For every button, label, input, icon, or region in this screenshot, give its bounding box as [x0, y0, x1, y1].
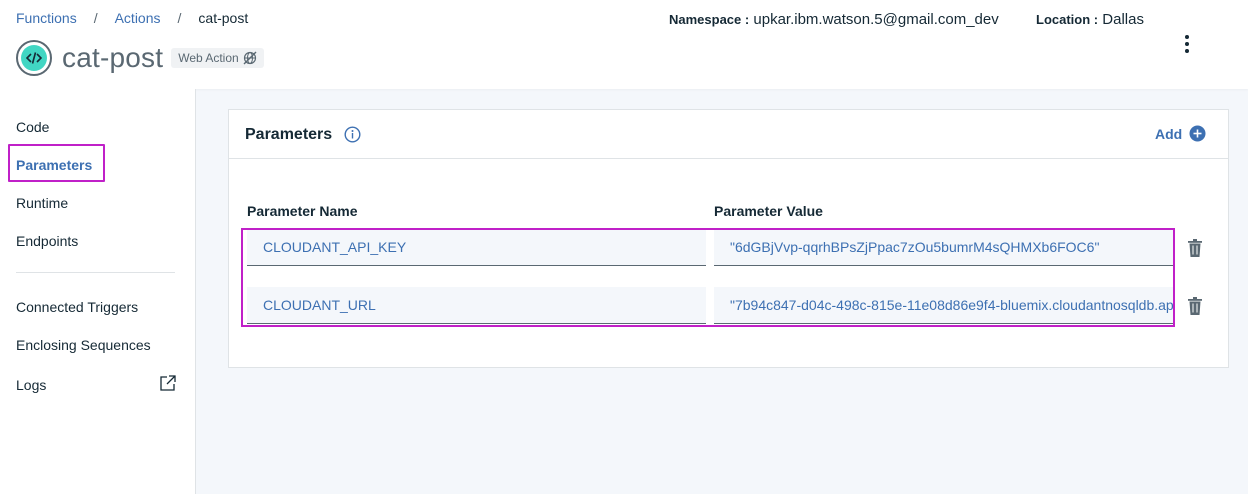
breadcrumb-current: cat-post: [198, 10, 249, 26]
sidebar-item-parameters[interactable]: Parameters: [16, 157, 92, 173]
parameter-value-input[interactable]: "7b94c847-d04c-498c-815e-11e08d86e9f4-bl…: [714, 287, 1173, 324]
breadcrumb-functions[interactable]: Functions: [16, 10, 77, 26]
parameter-name-input[interactable]: CLOUDANT_URL: [247, 287, 706, 324]
add-parameter-button[interactable]: Add: [1155, 125, 1206, 142]
breadcrumb: Functions / Actions / cat-post: [16, 10, 248, 26]
overflow-menu-icon[interactable]: [1178, 32, 1196, 60]
external-link-icon[interactable]: [159, 374, 177, 392]
page-header: Functions / Actions / cat-post cat-post …: [0, 0, 1248, 89]
sidebar-item-logs[interactable]: Logs: [16, 377, 46, 393]
page-title: cat-post: [62, 42, 164, 73]
info-icon[interactable]: [344, 126, 361, 143]
breadcrumb-separator: /: [177, 10, 182, 26]
parameter-value-input[interactable]: "6dGBjVvp-qqrhBPsZjPpac7zOu5bumrM4sQHMXb…: [714, 229, 1173, 266]
panel-header: Parameters Add: [229, 110, 1228, 159]
trash-icon[interactable]: [1188, 297, 1202, 315]
web-action-tag-label: Web Action: [178, 51, 239, 65]
location-label: Location :: [1036, 12, 1099, 27]
sidebar-item-code[interactable]: Code: [16, 119, 49, 135]
sidebar: Code Parameters Runtime Endpoints Connec…: [0, 89, 196, 494]
sidebar-item-runtime[interactable]: Runtime: [16, 195, 68, 211]
location-value: Dallas: [1102, 11, 1144, 28]
sidebar-item-enclosing-sequences[interactable]: Enclosing Sequences: [16, 337, 151, 353]
web-action-disabled-icon: [243, 51, 257, 65]
add-label: Add: [1155, 125, 1183, 142]
breadcrumb-separator: /: [93, 10, 98, 26]
web-action-tag: Web Action: [171, 48, 264, 68]
column-header-value: Parameter Value: [714, 203, 823, 219]
sidebar-item-endpoints[interactable]: Endpoints: [16, 233, 78, 249]
sidebar-divider: [16, 272, 175, 273]
namespace-info: Namespace : upkar.ibm.watson.5@gmail.com…: [669, 11, 999, 28]
namespace-value: upkar.ibm.watson.5@gmail.com_dev: [753, 11, 999, 28]
code-icon: [16, 40, 52, 76]
title-row: cat-post Web Action: [16, 40, 264, 76]
sidebar-item-connected-triggers[interactable]: Connected Triggers: [16, 299, 138, 315]
panel-title: Parameters: [245, 126, 333, 143]
namespace-label: Namespace :: [669, 12, 750, 27]
add-circle-icon: [1189, 125, 1206, 142]
parameters-panel: Parameters Add Parameter Name Parameter …: [228, 109, 1229, 368]
column-header-name: Parameter Name: [247, 203, 358, 219]
breadcrumb-actions[interactable]: Actions: [115, 10, 161, 26]
trash-icon[interactable]: [1188, 239, 1202, 257]
location-info: Location : Dallas: [1036, 11, 1144, 28]
parameter-name-input[interactable]: CLOUDANT_API_KEY: [247, 229, 706, 266]
